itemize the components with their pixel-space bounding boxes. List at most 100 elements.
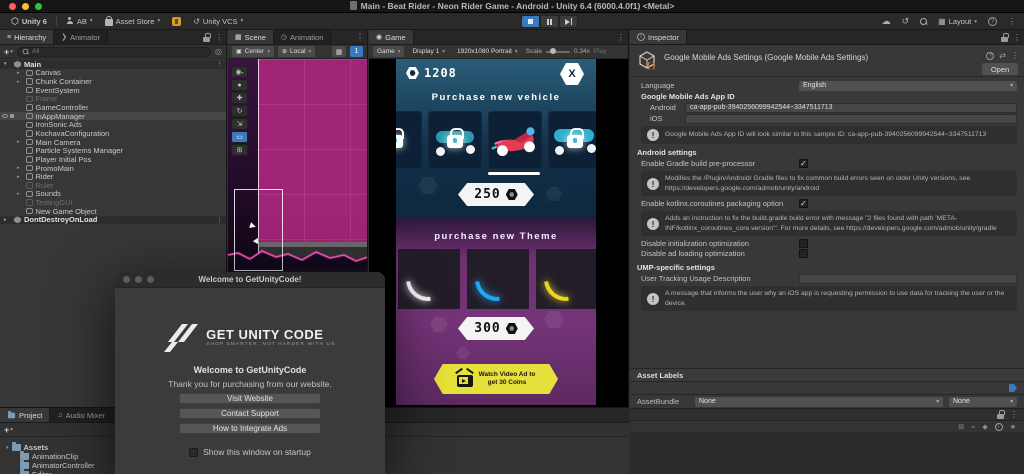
language-dropdown[interactable]: English xyxy=(799,81,1017,91)
kebab-menu-icon[interactable]: ⋮ xyxy=(215,33,223,42)
tab-hierarchy[interactable]: ≡ Hierarchy xyxy=(0,30,54,44)
show-on-startup-checkbox[interactable] xyxy=(189,448,198,457)
orientation-dropdown[interactable]: ⊕Local▾ xyxy=(278,46,315,57)
hierarchy-item[interactable]: Ruler xyxy=(0,181,226,190)
mac-minimize-button[interactable] xyxy=(22,3,29,10)
unity-vcs-menu[interactable]: ↺ Unity VCS ▾ xyxy=(188,15,248,28)
theme-carousel[interactable] xyxy=(398,249,596,309)
render-target-dropdown[interactable]: Game▾ xyxy=(373,46,404,57)
ios-appid-field[interactable] xyxy=(685,114,1017,124)
resolution-dropdown[interactable]: 1920x1080 Portrait▾ xyxy=(453,46,522,57)
hierarchy-item[interactable]: IronSonic Ads xyxy=(0,120,226,129)
rect-tool[interactable]: ▭ xyxy=(231,131,248,143)
gradle-preprocessor-checkbox[interactable]: ✓ xyxy=(799,159,808,168)
help-icon[interactable]: ? xyxy=(988,17,997,26)
hand-tool[interactable]: ● xyxy=(231,79,248,91)
lock-icon[interactable] xyxy=(997,414,1004,419)
view-gizmo-tool[interactable]: ◉▾ xyxy=(231,66,248,78)
kebab-menu-icon[interactable]: ⋮ xyxy=(617,33,625,42)
mac-zoom-button[interactable] xyxy=(35,3,42,10)
theme-price-button[interactable]: 300 xyxy=(458,317,534,340)
help-icon[interactable]: ? xyxy=(986,52,994,60)
play-stop-button[interactable] xyxy=(521,15,540,28)
tab-animation[interactable]: ◷ Animation xyxy=(274,30,331,44)
lock-icon[interactable] xyxy=(203,37,210,42)
account-menu[interactable]: AB ▾ xyxy=(61,15,98,28)
create-button[interactable]: +▾ xyxy=(4,47,13,57)
presets-icon[interactable]: ⇄ xyxy=(999,51,1006,60)
tag-small-icon[interactable]: ◆ xyxy=(982,423,987,431)
display-dropdown[interactable]: Display 1▾ xyxy=(408,46,449,57)
hierarchy-search-input[interactable]: All xyxy=(17,47,211,57)
dialog-titlebar[interactable]: Welcome to GetUnityCode! xyxy=(115,272,385,288)
kotlinx-packaging-checkbox[interactable]: ✓ xyxy=(799,199,808,208)
scale-slider[interactable] xyxy=(546,51,570,53)
hierarchy-item[interactable]: TestingGUI xyxy=(0,198,226,207)
info-icon[interactable]: i xyxy=(995,423,1003,431)
kebab-menu-icon[interactable]: ⋮ xyxy=(1011,51,1019,60)
tracking-description-field[interactable] xyxy=(799,274,1017,284)
kebab-menu-icon[interactable]: ⋮ xyxy=(1013,33,1021,42)
close-button[interactable]: X xyxy=(560,63,584,85)
hierarchy-item-selected[interactable]: InAppManager xyxy=(0,112,226,121)
tab-inspector[interactable]: i Inspector xyxy=(630,30,687,44)
move-tool[interactable]: ✚ xyxy=(231,92,248,104)
dialog-window-buttons[interactable] xyxy=(123,276,154,283)
vehicle-tile-locked[interactable] xyxy=(548,111,596,169)
hierarchy-item[interactable]: ▸Chunk Container xyxy=(0,77,226,86)
contact-support-button[interactable]: Contact Support xyxy=(179,408,321,420)
hierarchy-item[interactable]: ▸Rider xyxy=(0,172,226,181)
hierarchy-item[interactable]: KochavaConfiguration xyxy=(0,129,226,138)
assetbundle-variant-dropdown[interactable]: None xyxy=(949,397,1017,407)
disable-ad-loading-checkbox[interactable] xyxy=(799,249,808,258)
vehicle-tile-selected[interactable] xyxy=(488,111,542,169)
vehicle-price-button[interactable]: 250 xyxy=(458,183,534,206)
grid-snap-icon[interactable]: ▦ xyxy=(332,46,346,57)
vehicle-carousel[interactable] xyxy=(396,111,568,169)
tab-game[interactable]: ◉ Game xyxy=(369,30,414,44)
rotate-tool[interactable]: ↻ xyxy=(231,105,248,117)
kebab-menu-icon[interactable]: ⋮ xyxy=(1008,17,1016,26)
how-to-integrate-ads-button[interactable]: How to Integrate Ads xyxy=(179,423,321,435)
pause-button[interactable] xyxy=(540,15,559,28)
snap-increment-button[interactable]: 1 xyxy=(350,46,363,57)
hierarchy-item[interactable]: ▸DontDestroyOnLoad⋮ xyxy=(0,216,226,225)
play-focused-label[interactable]: Play xyxy=(594,48,607,55)
cloud-icon[interactable]: ☁ xyxy=(882,16,891,27)
asset-labels-header[interactable]: Asset Labels xyxy=(630,368,1024,382)
disable-init-checkbox[interactable] xyxy=(799,239,808,248)
theme-tile[interactable] xyxy=(536,249,596,309)
tab-audio-mixer[interactable]: ♫ Audio Mixer xyxy=(50,408,113,422)
visibility-gutter[interactable] xyxy=(2,114,14,118)
visit-website-button[interactable]: Visit Website xyxy=(179,393,321,405)
kebab-menu-icon[interactable]: ⋮ xyxy=(1010,410,1018,419)
hierarchy-item[interactable]: Frame xyxy=(0,95,226,104)
theme-tile[interactable] xyxy=(398,249,460,309)
hierarchy-item[interactable]: GameController xyxy=(0,103,226,112)
hierarchy-item[interactable]: ▸Main Camera xyxy=(0,138,226,147)
hierarchy-item[interactable]: ▸Canvas xyxy=(0,69,226,78)
asset-store-menu[interactable]: Asset Store ▾ xyxy=(100,15,166,28)
hierarchy-item[interactable]: ▸Sounds xyxy=(0,190,226,199)
vehicle-tile-locked[interactable] xyxy=(428,111,482,169)
search-filter-icon[interactable]: ◎ xyxy=(215,47,222,56)
bone-icon[interactable]: ⌁ xyxy=(971,423,975,431)
scale-tool[interactable]: ⇲ xyxy=(231,118,248,130)
android-appid-field[interactable]: ca-app-pub-3940256099942544~3347511713 xyxy=(685,103,1017,113)
plugin-button[interactable] xyxy=(167,15,186,28)
tab-animator[interactable]: ❯ Animator xyxy=(54,30,108,44)
lock-icon[interactable] xyxy=(1001,37,1008,42)
hierarchy-item[interactable]: ▸PromoMain xyxy=(0,164,226,173)
transform-tool[interactable]: ⊞ xyxy=(231,144,248,156)
tab-scene[interactable]: ▦ Scene xyxy=(228,30,274,44)
kebab-menu-icon[interactable]: ⋮ xyxy=(216,216,223,224)
hierarchy-item[interactable]: Particle Systems Manager xyxy=(0,146,226,155)
search-icon[interactable] xyxy=(920,18,927,25)
hierarchy-item[interactable]: Player Initial Pos xyxy=(0,155,226,164)
tag-icon[interactable] xyxy=(1009,384,1017,392)
open-button[interactable]: Open xyxy=(982,63,1018,75)
assetbundle-dropdown[interactable]: None xyxy=(695,397,943,407)
kebab-menu-icon[interactable]: ⋮ xyxy=(356,33,364,42)
hierarchy-item[interactable]: EventSystem xyxy=(0,86,226,95)
grid-view-icon[interactable]: ⊞ xyxy=(958,423,964,431)
